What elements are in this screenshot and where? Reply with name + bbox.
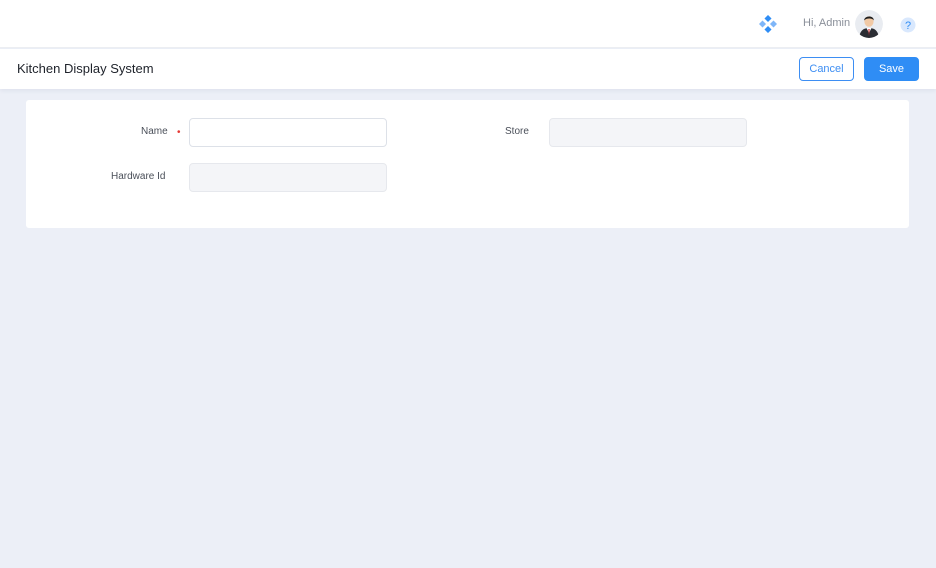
- hardware-id-field[interactable]: [189, 163, 387, 192]
- form-card: Name • Store Hardware Id: [26, 100, 909, 228]
- store-label: Store: [505, 126, 529, 137]
- apps-diamond-icon[interactable]: [759, 15, 777, 33]
- top-bar: Hi, Admin ?: [0, 0, 936, 48]
- name-label: Name: [141, 126, 168, 137]
- name-input[interactable]: [189, 118, 387, 147]
- cancel-button[interactable]: Cancel: [799, 57, 854, 81]
- page-title: Kitchen Display System: [17, 61, 154, 76]
- svg-text:?: ?: [905, 20, 911, 32]
- user-avatar-icon: [855, 10, 883, 38]
- store-field[interactable]: [549, 118, 747, 147]
- hardware-id-label: Hardware Id: [111, 171, 166, 182]
- required-indicator: •: [177, 127, 181, 138]
- save-button[interactable]: Save: [864, 57, 919, 81]
- help-question-icon[interactable]: ?: [900, 17, 916, 33]
- user-greeting: Hi, Admin: [803, 17, 851, 29]
- admin-avatar[interactable]: [855, 10, 883, 38]
- page-header: Kitchen Display System Cancel Save: [0, 49, 936, 89]
